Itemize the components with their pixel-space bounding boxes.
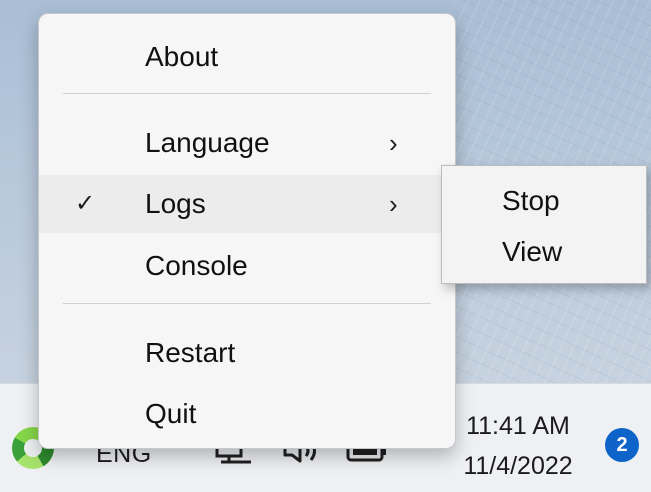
submenu-item-label: Stop [502, 185, 560, 216]
logs-submenu: Stop View [441, 165, 647, 284]
menu-item-restart[interactable]: Restart [39, 324, 455, 382]
menu-item-language[interactable]: Language › [39, 114, 455, 172]
menu-item-quit[interactable]: Quit [39, 385, 455, 443]
submenu-item-view[interactable]: View [442, 227, 646, 277]
menu-item-label: Console [145, 250, 248, 281]
menu-item-label: Restart [145, 337, 236, 368]
submenu-item-stop[interactable]: Stop [442, 176, 646, 226]
checkmark-icon: ✓ [75, 190, 96, 217]
menu-separator [63, 303, 431, 304]
menu-item-about[interactable]: About [39, 28, 455, 86]
menu-separator [63, 93, 431, 94]
clock-time: 11:41 AM [466, 412, 570, 440]
menu-item-label: Language [145, 127, 270, 158]
chevron-right-icon: › [389, 128, 398, 158]
clock-date: 11/4/2022 [463, 452, 573, 480]
menu-item-label: Quit [145, 398, 197, 429]
menu-item-console[interactable]: Console [39, 237, 455, 295]
menu-item-label: About [145, 41, 219, 72]
notification-badge[interactable]: 2 [605, 428, 639, 462]
menu-item-logs[interactable]: ✓ Logs › [39, 175, 455, 233]
submenu-item-label: View [502, 236, 563, 267]
menu-item-label: Logs [145, 188, 206, 219]
chevron-right-icon: › [389, 189, 398, 219]
taskbar-clock[interactable]: 11:41 AM 11/4/2022 [438, 406, 598, 486]
context-menu: About Language › ✓ Logs › Console Restar… [38, 13, 456, 449]
